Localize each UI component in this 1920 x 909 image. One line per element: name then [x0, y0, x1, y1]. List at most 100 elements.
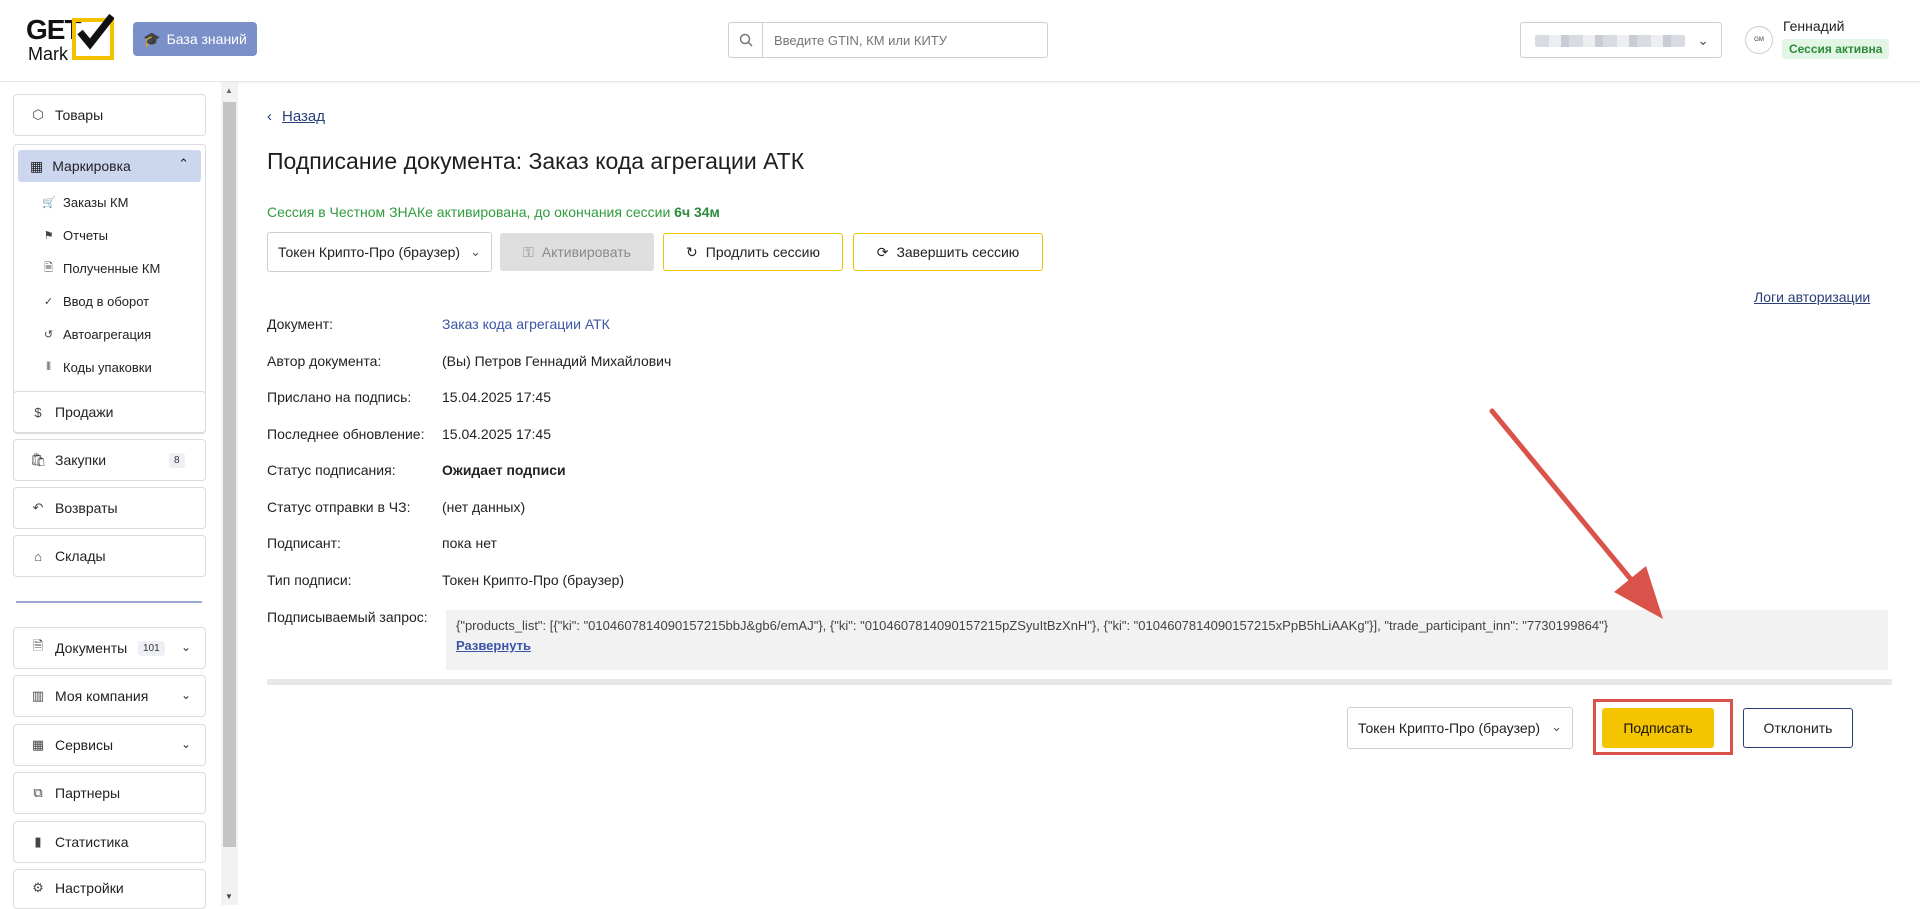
signing-status: Ожидает подписи — [442, 462, 566, 478]
field-label: Статус отправки в ЧЗ: — [267, 499, 411, 515]
session-remaining: 6ч 34м — [674, 204, 720, 220]
sidebar-item-label: Моя компания — [55, 688, 149, 704]
avatar[interactable]: GM — [1745, 26, 1773, 54]
sidebar: ⬡ Товары ▦ Маркировка ⌃ 🛒 Заказы КМ ⚑ Отче… — [0, 82, 220, 909]
field-value: (нет данных) — [442, 499, 526, 515]
field-label: Документ: — [267, 316, 333, 332]
grid-icon: ▦ — [31, 737, 45, 752]
search-box — [728, 22, 1048, 58]
sidebar-item-warehouses[interactable]: ⌂ Склады — [13, 535, 206, 577]
sidebar-item-label: Склады — [55, 548, 106, 564]
sidebar-subitem-reports[interactable]: ⚑ Отчеты — [42, 223, 108, 247]
flag-icon: ⚑ — [43, 229, 54, 242]
sidebar-item-label: Партнеры — [55, 785, 121, 801]
sidebar-subitem-label: Коды упаковки — [63, 359, 152, 375]
check-circle-icon: ✓ — [43, 295, 54, 308]
scroll-up-arrow-icon[interactable]: ▲ — [225, 86, 233, 95]
qr-code-icon: ▦ — [30, 157, 44, 174]
organization-select[interactable]: ⌄ — [1520, 22, 1722, 58]
token-select[interactable]: Токен Крипто-Про (браузер) ⌄ — [267, 232, 492, 272]
sidebar-item-documents[interactable]: 🗎 Документы 101 ⌄ — [13, 627, 206, 669]
page-title: Подписание документа: Заказ кода агрегац… — [267, 148, 805, 174]
sidebar-subitem-label: Автоагрегация — [63, 326, 152, 342]
end-session-button[interactable]: ⟳ Завершить сессию — [853, 233, 1043, 271]
token-select-value: Токен Крипто-Про (браузер) — [278, 244, 461, 260]
search-icon[interactable] — [729, 23, 763, 57]
chevron-down-icon: ⌄ — [180, 688, 191, 702]
sidebar-subitem-received-km[interactable]: 🗎 Полученные КМ — [42, 256, 160, 280]
key-icon: ⚿ — [523, 243, 534, 260]
scrollbar-thumb[interactable] — [223, 102, 236, 847]
activate-button[interactable]: ⚿ Активировать — [500, 233, 654, 271]
sidebar-item-partners[interactable]: ⧉ Партнеры — [13, 772, 206, 814]
signed-request-box: {"products_list": [{"ki": "0104607814090… — [446, 610, 1888, 670]
knowledge-base-button[interactable]: 🎓 База знаний — [133, 22, 257, 56]
sidebar-item-settings[interactable]: ⚙ Настройки — [13, 869, 206, 909]
chevron-down-icon: ⌄ — [180, 640, 191, 654]
chevron-down-icon: ⌄ — [1551, 719, 1562, 734]
sidebar-item-label: Статистика — [55, 834, 129, 850]
field-label: Статус подписания: — [267, 462, 396, 478]
sidebar-item-returns[interactable]: ↶ Возвраты — [13, 487, 206, 529]
main-content: ‹ Назад Подписание документа: Заказ кода… — [238, 82, 1920, 905]
sidebar-item-goods[interactable]: ⬡ Товары — [13, 94, 206, 136]
signed-request-text: {"products_list": [{"ki": "0104607814090… — [456, 618, 1609, 633]
search-input[interactable] — [763, 23, 1047, 57]
back-link-label[interactable]: Назад — [282, 108, 325, 125]
sidebar-subitem-km-orders[interactable]: 🛒 Заказы КМ — [42, 190, 128, 214]
logo-check-icon — [72, 13, 114, 60]
field-label: Подписант: — [267, 535, 341, 551]
scroll-down-arrow-icon[interactable]: ▼ — [225, 892, 233, 901]
reject-button[interactable]: Отклонить — [1743, 708, 1853, 748]
sidebar-item-statistics[interactable]: ▮ Статистика — [13, 821, 206, 863]
field-label: Автор документа: — [267, 353, 382, 369]
end-session-label: Завершить сессию — [896, 244, 1020, 260]
warehouse-icon: ⌂ — [34, 548, 42, 564]
user-name[interactable]: Геннадий — [1783, 18, 1845, 34]
sidebar-item-company[interactable]: ▥ Моя компания ⌄ — [13, 675, 206, 717]
barcode-icon: ⦀ — [46, 360, 51, 373]
blurred-organization-name — [1535, 35, 1685, 47]
chevron-left-icon: ‹ — [267, 108, 272, 125]
refresh-icon: ↻ — [686, 243, 698, 260]
sidebar-item-label: Документы — [55, 640, 128, 656]
shopping-bag-icon: 🛍 — [30, 452, 47, 467]
partners-icon: ⧉ — [33, 785, 43, 800]
field-value: Токен Крипто-Про (браузер) — [442, 572, 625, 588]
sidebar-subitem-package-codes[interactable]: ⦀ Коды упаковки — [42, 355, 152, 379]
field-label: Последнее обновление: — [267, 426, 425, 442]
graduation-cap-icon: 🎓 — [143, 30, 161, 47]
document-link[interactable]: Заказ кода агрегации АТК — [442, 316, 610, 332]
sidebar-item-purchases[interactable]: 🛍 Закупки 8 — [13, 439, 206, 481]
documents-count-badge: 101 — [138, 641, 165, 656]
chevron-down-icon: ⌄ — [180, 737, 191, 751]
field-label: Тип подписи: — [267, 572, 352, 588]
chevron-down-icon: ⌄ — [470, 244, 481, 259]
field-value: 15.04.2025 17:45 — [442, 426, 551, 442]
sidebar-item-sales[interactable]: $ Продажи — [13, 391, 206, 433]
extend-session-button[interactable]: ↻ Продлить сессию — [663, 233, 843, 271]
cart-icon: 🛒 — [42, 196, 56, 209]
sidebar-item-marking[interactable]: ▦ Маркировка ⌃ — [18, 150, 201, 182]
file-icon: 🗎 — [44, 261, 53, 274]
history-icon: ↺ — [43, 328, 54, 341]
sidebar-subitem-autoaggregation[interactable]: ↺ Автоагрегация — [42, 322, 151, 346]
sidebar-item-services[interactable]: ▦ Сервисы ⌄ — [13, 724, 206, 766]
purchases-count-badge: 8 — [169, 453, 185, 468]
getmark-logo[interactable]: GET Mark — [26, 13, 120, 64]
footer-token-select[interactable]: Токен Крипто-Про (браузер) ⌄ — [1347, 707, 1573, 749]
sidebar-subitem-label: Полученные КМ — [63, 260, 161, 276]
sidebar-scrollbar[interactable]: ▲ ▼ — [221, 82, 238, 905]
field-value: (Вы) Петров Геннадий Михайлович — [442, 353, 672, 369]
extend-session-label: Продлить сессию — [705, 244, 820, 260]
sign-button[interactable]: Подписать — [1602, 708, 1714, 748]
sidebar-subitem-introduction[interactable]: ✓ Ввод в оборот — [42, 289, 149, 313]
logo-mark-text: Mark — [28, 44, 68, 64]
undo-icon: ↶ — [32, 500, 44, 515]
session-status-badge: Сессия активна — [1782, 39, 1890, 59]
sidebar-item-label: Маркировка — [52, 158, 131, 174]
avatar-text: GM — [1754, 37, 1764, 43]
auth-logs-link[interactable]: Логи авторизации — [1754, 289, 1870, 305]
sidebar-subitem-label: Отчеты — [63, 227, 108, 243]
back-link[interactable]: ‹ Назад — [267, 108, 325, 125]
